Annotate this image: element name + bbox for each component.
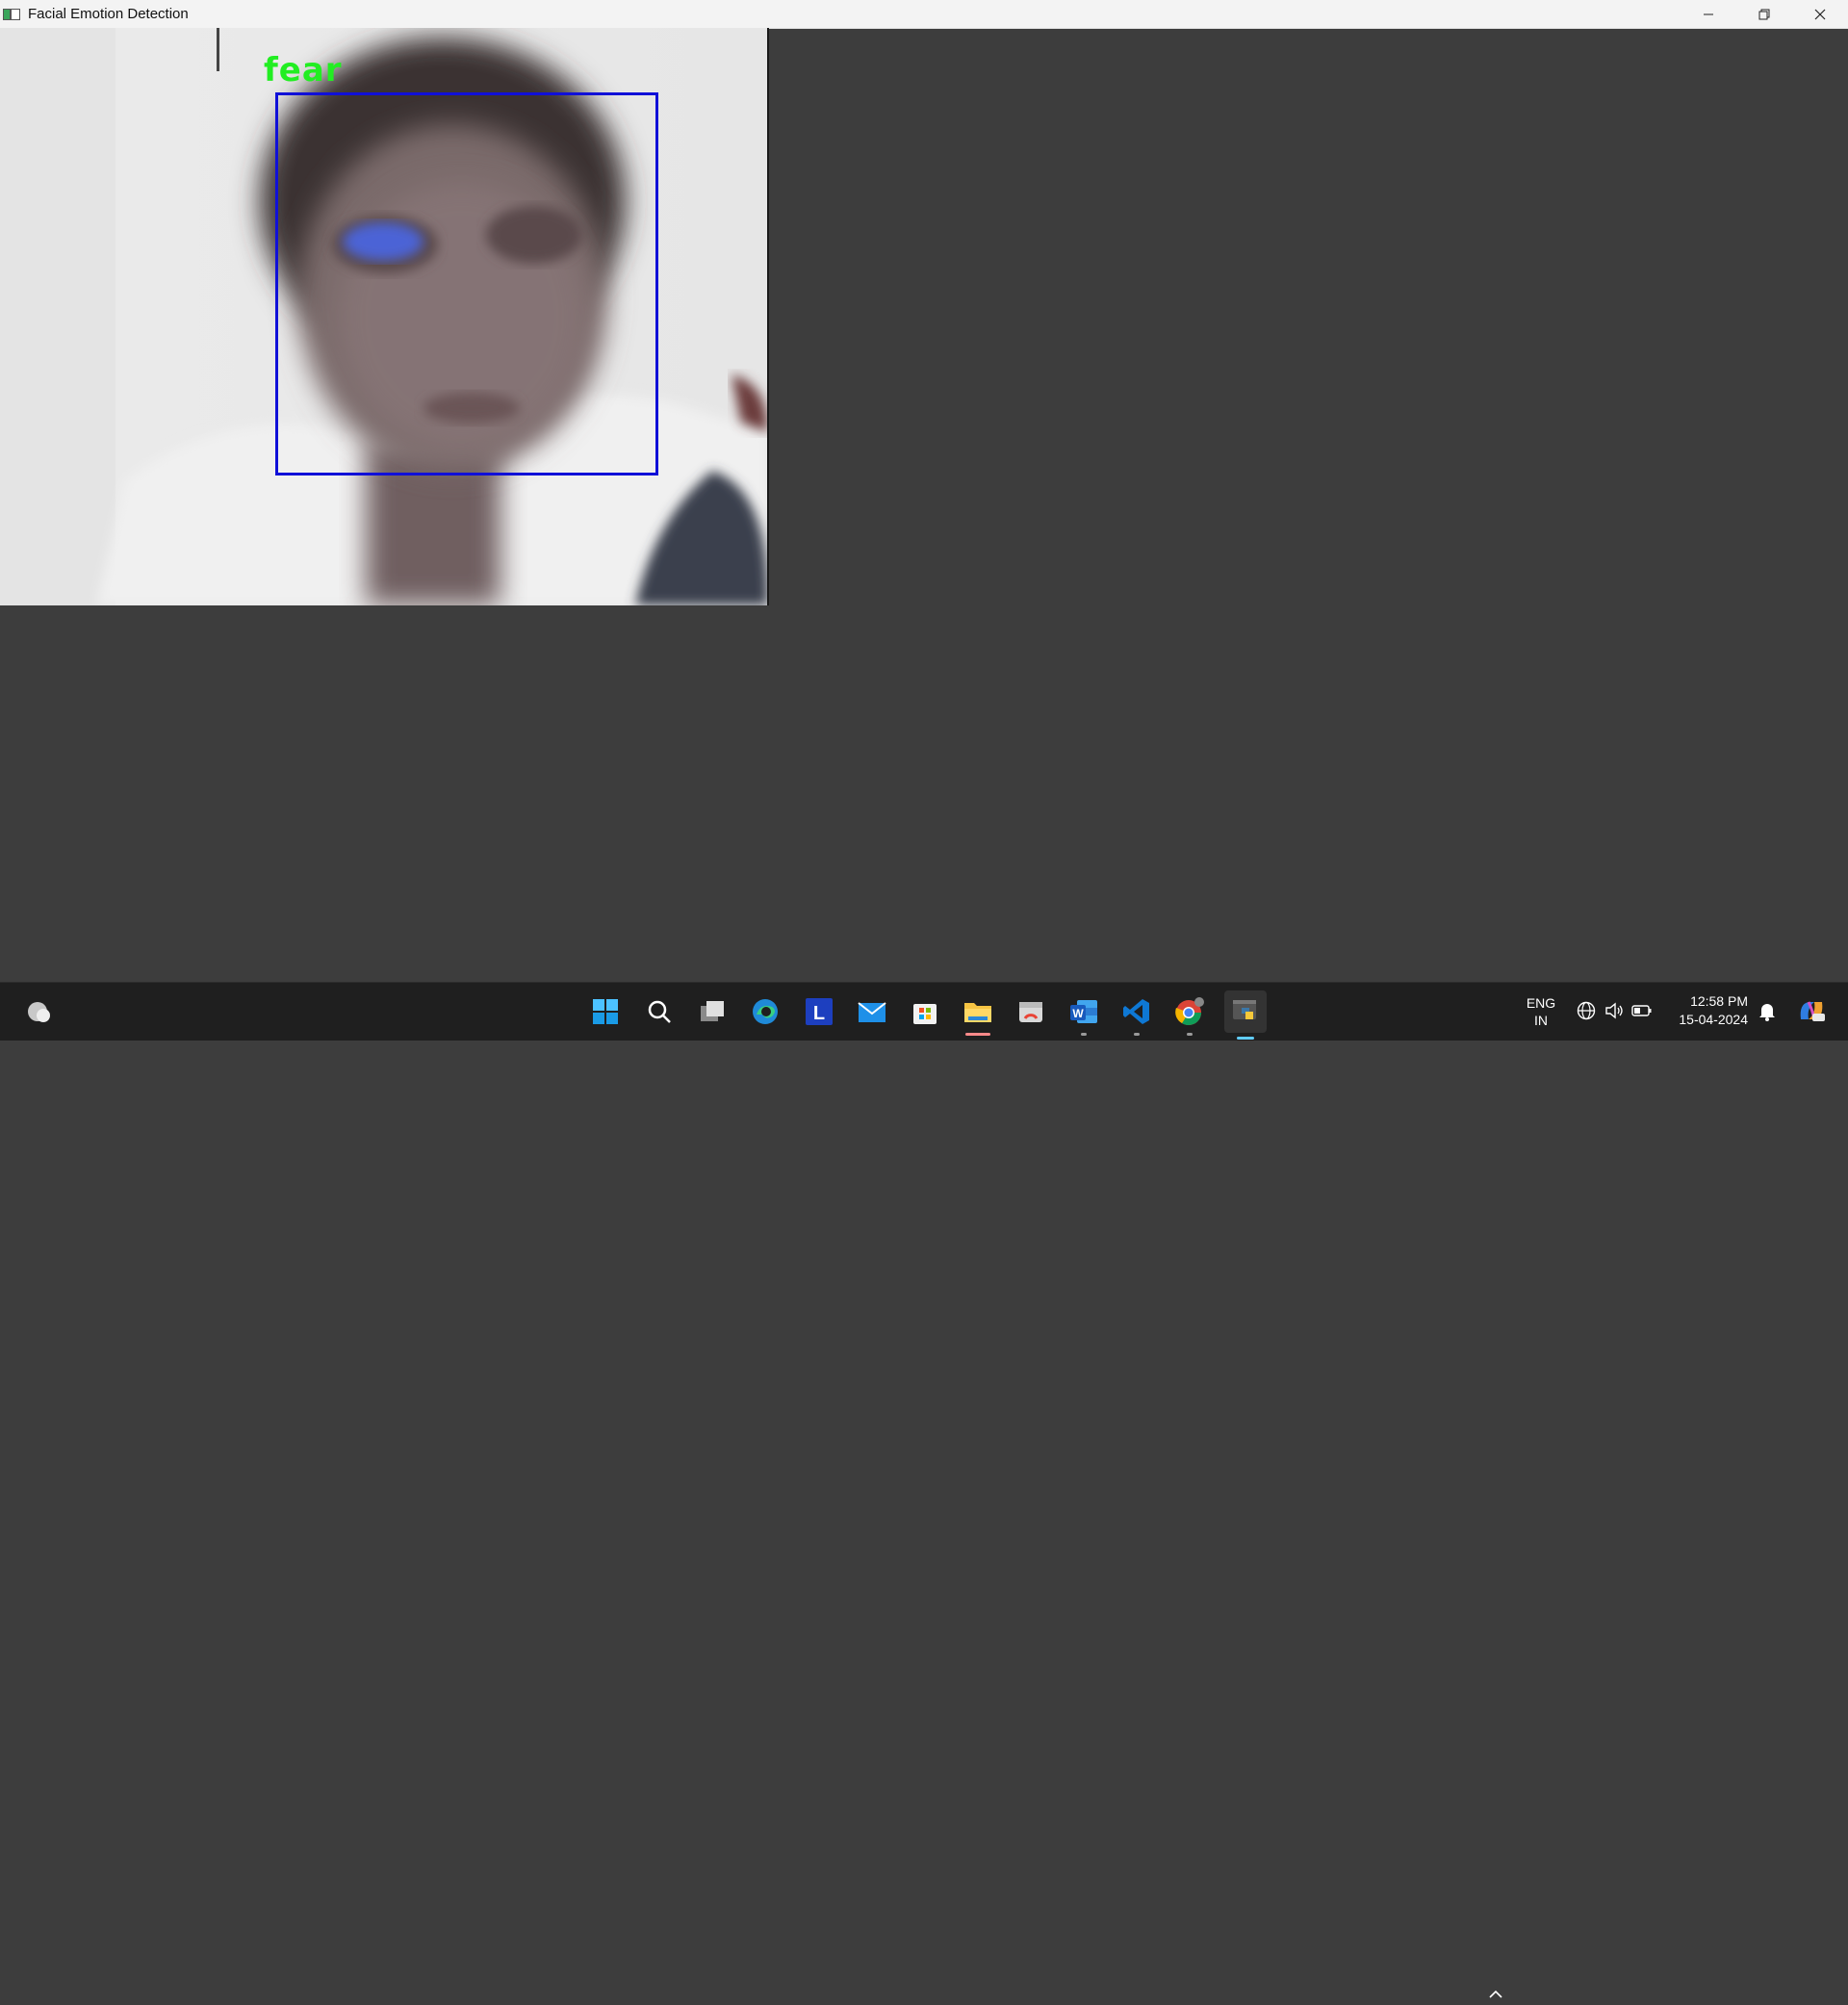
clock[interactable]: 12:58 PM 15-04-2024	[1665, 992, 1748, 1029]
minimize-icon	[1704, 13, 1713, 14]
widgets-button[interactable]	[22, 994, 57, 1029]
vscode-icon	[1123, 999, 1149, 1024]
word-button[interactable]: W	[1066, 994, 1101, 1036]
search-icon	[648, 1000, 671, 1023]
close-icon	[1814, 9, 1826, 19]
clock-time: 12:58 PM	[1690, 993, 1748, 1009]
close-button[interactable]	[1792, 0, 1848, 28]
window-titlebar: Facial Emotion Detection	[0, 0, 1848, 29]
app-l-icon: L	[806, 998, 833, 1025]
microsoft-store-icon	[913, 1004, 937, 1024]
window-controls	[1681, 0, 1848, 28]
task-view-icon	[701, 1001, 724, 1021]
app-l-button[interactable]: L	[802, 994, 836, 1029]
task-view-button[interactable]	[695, 994, 730, 1029]
emotion-label: fear	[264, 51, 343, 90]
file-explorer-icon	[964, 1003, 991, 1022]
svg-text:L: L	[813, 1003, 825, 1024]
battery-icon	[1631, 1005, 1652, 1016]
notifications-button[interactable]	[1756, 999, 1779, 1022]
window-title: Facial Emotion Detection	[28, 6, 189, 22]
language-indicator[interactable]: ENG IN	[1525, 994, 1557, 1029]
chrome-button[interactable]	[1172, 994, 1207, 1036]
search-button[interactable]	[642, 994, 677, 1029]
restore-button[interactable]	[1736, 0, 1792, 28]
frame-edge	[767, 28, 769, 605]
edge-icon	[753, 999, 778, 1024]
microsoft-store-button[interactable]	[908, 994, 942, 1029]
vscode-button[interactable]	[1119, 994, 1154, 1036]
bell-icon	[1759, 1004, 1775, 1021]
volume-icon	[1605, 1002, 1623, 1019]
python-button[interactable]	[1224, 990, 1267, 1040]
network-icon	[1577, 1001, 1596, 1020]
copilot-button[interactable]	[1796, 999, 1827, 1022]
face-bounding-box	[275, 92, 658, 476]
word-icon: W	[1070, 1000, 1097, 1023]
mail-icon	[858, 1002, 886, 1022]
chevron-up-icon	[1489, 1990, 1502, 1998]
region-code: IN	[1534, 1013, 1548, 1028]
battery-button[interactable]	[1630, 999, 1654, 1022]
svg-text:W: W	[1072, 1007, 1084, 1020]
file-explorer-button[interactable]	[961, 994, 995, 1036]
start-button[interactable]	[588, 994, 623, 1029]
running-indicator	[1081, 1033, 1087, 1036]
app-button[interactable]	[1014, 994, 1048, 1029]
show-hidden-icons-button[interactable]	[1484, 1982, 1507, 2005]
language-code: ENG	[1526, 995, 1556, 1011]
clock-date: 15-04-2024	[1679, 1012, 1748, 1027]
python-icon	[1233, 1000, 1256, 1019]
weather-widget-icon	[28, 1002, 50, 1022]
start-icon	[593, 999, 618, 1024]
chrome-icon	[1175, 997, 1204, 1026]
taskbar: L W	[0, 982, 1848, 1998]
restore-icon	[1758, 9, 1770, 19]
minimize-button[interactable]	[1681, 0, 1736, 28]
running-indicator	[1187, 1033, 1193, 1036]
opencv-window-icon	[3, 8, 20, 21]
running-indicator	[965, 1033, 990, 1036]
edge-button[interactable]	[748, 994, 783, 1029]
volume-button[interactable]	[1603, 999, 1626, 1022]
app-icon	[1019, 1002, 1042, 1022]
network-button[interactable]	[1575, 999, 1598, 1022]
mail-button[interactable]	[855, 994, 889, 1029]
running-indicator	[1134, 1033, 1140, 1036]
copilot-icon	[1800, 1001, 1825, 1021]
